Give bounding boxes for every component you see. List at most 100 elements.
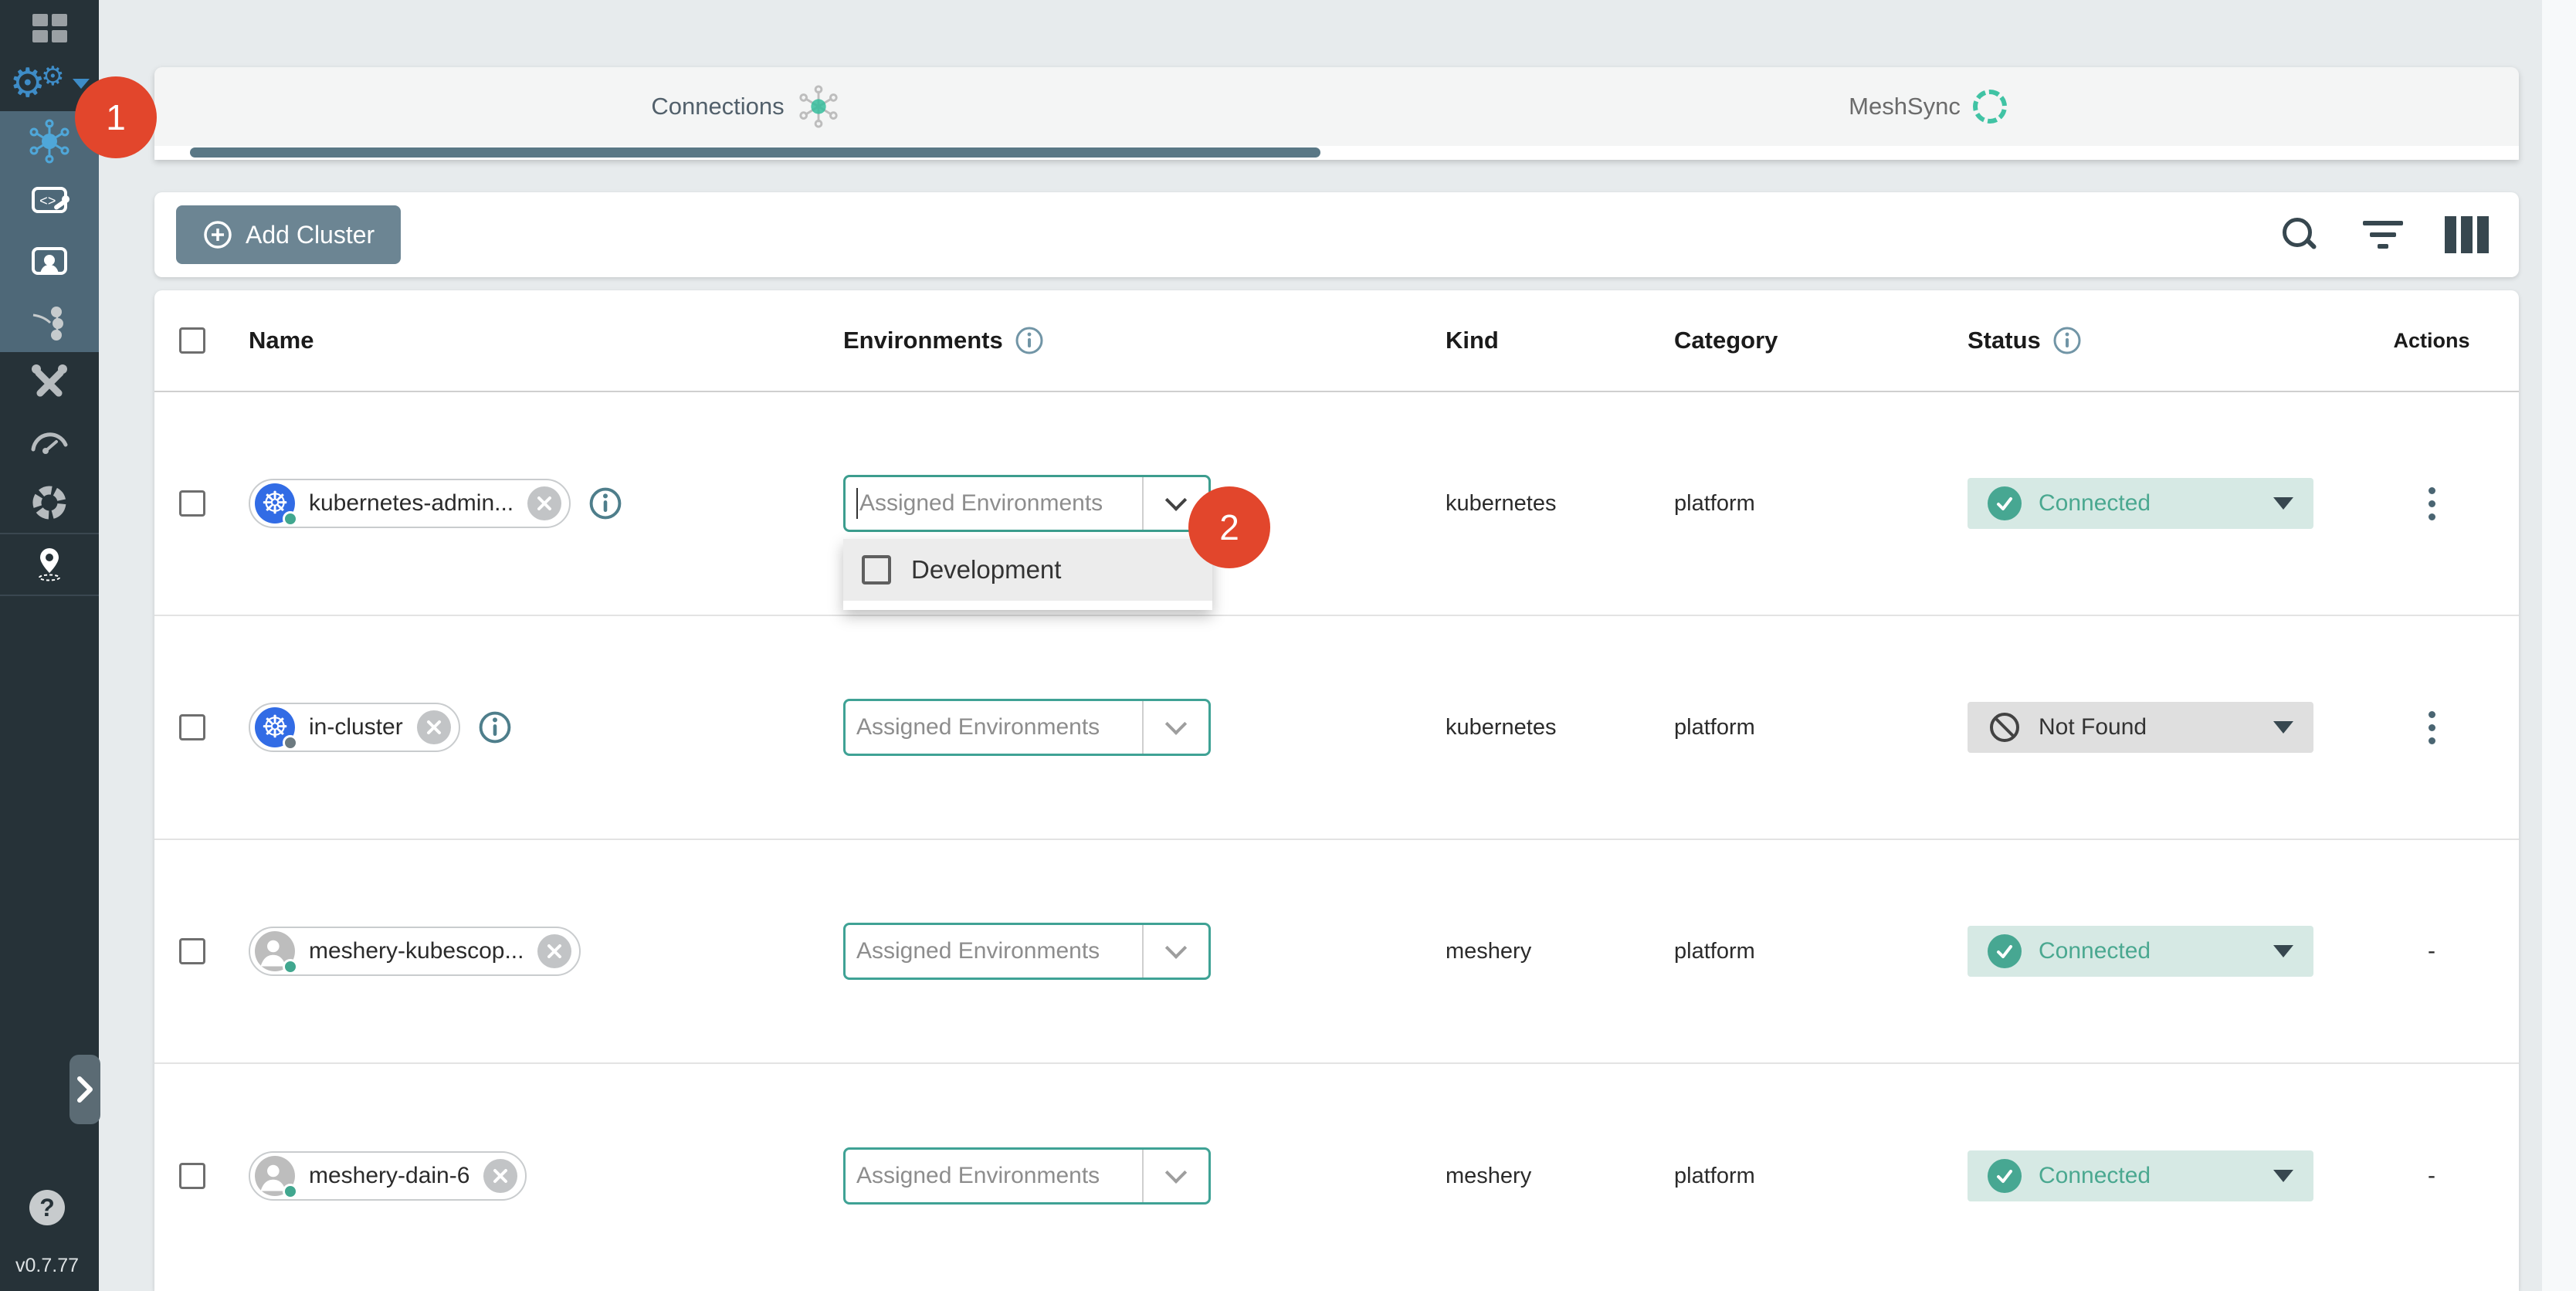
connection-name-chip[interactable]: meshery-kubescop...: [249, 927, 581, 976]
environments-select[interactable]: Assigned Environments: [843, 475, 1211, 532]
toolbar-actions: [2278, 213, 2488, 256]
sidebar-item-dashboard[interactable]: [0, 0, 99, 56]
info-icon[interactable]: [1014, 325, 1045, 356]
add-cluster-label: Add Cluster: [246, 221, 375, 249]
chevron-down-icon: [2273, 1170, 2293, 1182]
kind-value: meshery: [1446, 1164, 1531, 1189]
connection-name: in-cluster: [309, 714, 403, 740]
no-actions-dash: -: [2428, 938, 2435, 964]
connections-mesh-icon: [797, 85, 840, 128]
environments-select[interactable]: Assigned Environments: [843, 699, 1211, 756]
status-select[interactable]: Connected: [1968, 926, 2313, 977]
chevron-down-icon: [1165, 937, 1187, 959]
sidebar-divider: [0, 595, 99, 596]
remove-chip-icon[interactable]: [537, 934, 571, 968]
tab-meshsync[interactable]: MeshSync: [1337, 67, 2519, 146]
chevron-down-icon: [2273, 721, 2293, 734]
tab-connections[interactable]: Connections: [154, 67, 1337, 146]
help-icon[interactable]: ?: [29, 1190, 65, 1225]
row-checkbox[interactable]: [179, 1163, 205, 1189]
meshery-avatar-icon: [255, 931, 295, 971]
header-actions: Actions: [2344, 329, 2519, 353]
info-icon: [477, 710, 513, 745]
category-value: platform: [1674, 939, 1755, 964]
remove-chip-icon[interactable]: [483, 1159, 517, 1193]
tab-connections-label: Connections: [651, 93, 784, 120]
remove-chip-icon[interactable]: [527, 486, 561, 520]
status-label: Connected: [2039, 490, 2151, 517]
dropdown-option-development[interactable]: Development: [843, 539, 1212, 601]
header-name[interactable]: Name: [224, 327, 819, 354]
remove-chip-icon[interactable]: [417, 710, 451, 744]
environments-select[interactable]: Assigned Environments: [843, 923, 1211, 980]
header-environments[interactable]: Environments: [819, 325, 1421, 356]
status-select[interactable]: Connected: [1968, 478, 2313, 529]
kind-value: kubernetes: [1446, 715, 1557, 740]
row-checkbox[interactable]: [179, 490, 205, 517]
connection-name: meshery-kubescop...: [309, 938, 524, 964]
header-kind[interactable]: Kind: [1421, 327, 1649, 354]
code-window-icon: <>: [27, 179, 72, 224]
search-button[interactable]: [2278, 213, 2321, 256]
connections-table: Name Environments Kind Category Status A…: [154, 290, 2519, 1291]
environments-dropdown-menu: Development: [843, 539, 1212, 610]
row-checkbox[interactable]: [179, 938, 205, 964]
connection-name-chip[interactable]: meshery-dain-6: [249, 1151, 527, 1201]
environments-select[interactable]: Assigned Environments: [843, 1147, 1211, 1205]
tab-underline-track: [154, 146, 2519, 160]
status-label: Connected: [2039, 938, 2151, 964]
tab-meshsync-label: MeshSync: [1849, 93, 1961, 120]
sidebar-item-getting-started[interactable]: [0, 534, 99, 595]
chevron-down-icon: [2273, 945, 2293, 957]
sidebar-item-performance[interactable]: [0, 412, 99, 473]
table-row: ☸ in-cluster Assigned Environments: [154, 616, 2519, 840]
connection-name: kubernetes-admin...: [309, 490, 514, 517]
active-tab-indicator: [190, 147, 1320, 158]
select-open-button[interactable]: [1142, 1150, 1208, 1202]
category-value: platform: [1674, 491, 1755, 517]
columns-icon: [2445, 216, 2489, 253]
row-checkbox[interactable]: [179, 714, 205, 740]
sidebar-expand-button[interactable]: [69, 1055, 100, 1124]
pipeline-graph-icon: [27, 300, 72, 344]
add-cluster-button[interactable]: Add Cluster: [176, 205, 401, 264]
filter-button[interactable]: [2361, 213, 2405, 256]
sidebar-item-designs[interactable]: [0, 232, 99, 292]
connected-check-icon: [1988, 486, 2022, 520]
row-actions-menu-button[interactable]: [2421, 479, 2443, 528]
option-checkbox[interactable]: [862, 555, 891, 585]
sidebar-item-pipelines[interactable]: [0, 292, 99, 352]
sidebar-item-configuration[interactable]: <>: [0, 171, 99, 232]
connection-name-chip[interactable]: ☸ kubernetes-admin...: [249, 479, 571, 528]
table-toolbar: Add Cluster: [154, 192, 2519, 277]
presence-dot: [283, 511, 298, 527]
table-row: ☸ kubernetes-admin... Assigned Environme…: [154, 392, 2519, 616]
connection-info-button[interactable]: [477, 710, 513, 745]
header-status[interactable]: Status: [1943, 325, 2344, 356]
dashboard-grid-icon: [32, 14, 67, 42]
chevron-down-icon: [2273, 497, 2293, 510]
header-category[interactable]: Category: [1649, 327, 1943, 354]
chevron-down-icon: [73, 79, 90, 89]
sidebar-item-toolkit[interactable]: [0, 352, 99, 412]
category-value: platform: [1674, 715, 1755, 740]
connection-name-chip[interactable]: ☸ in-cluster: [249, 703, 460, 752]
annotation-badge-1: 1: [75, 76, 157, 158]
select-open-button[interactable]: [1142, 701, 1208, 754]
sidebar-item-extensions[interactable]: [0, 473, 99, 533]
row-actions-menu-button[interactable]: [2421, 703, 2443, 752]
status-label: Not Found: [2039, 714, 2147, 740]
status-select[interactable]: Connected: [1968, 1150, 2313, 1201]
view-columns-button[interactable]: [2445, 213, 2488, 256]
select-all-checkbox[interactable]: [179, 327, 205, 354]
kubernetes-icon: ☸: [255, 483, 295, 524]
kubernetes-icon: ☸: [255, 707, 295, 747]
info-icon[interactable]: [2052, 325, 2083, 356]
status-select[interactable]: Not Found: [1968, 702, 2313, 753]
connection-info-button[interactable]: [588, 486, 623, 521]
svg-text:<>: <>: [39, 195, 56, 210]
sidebar-footer: ? v0.7.77: [0, 1190, 99, 1291]
connection-name: meshery-dain-6: [309, 1163, 469, 1189]
location-pin-icon: [27, 542, 72, 587]
select-open-button[interactable]: [1142, 925, 1208, 978]
